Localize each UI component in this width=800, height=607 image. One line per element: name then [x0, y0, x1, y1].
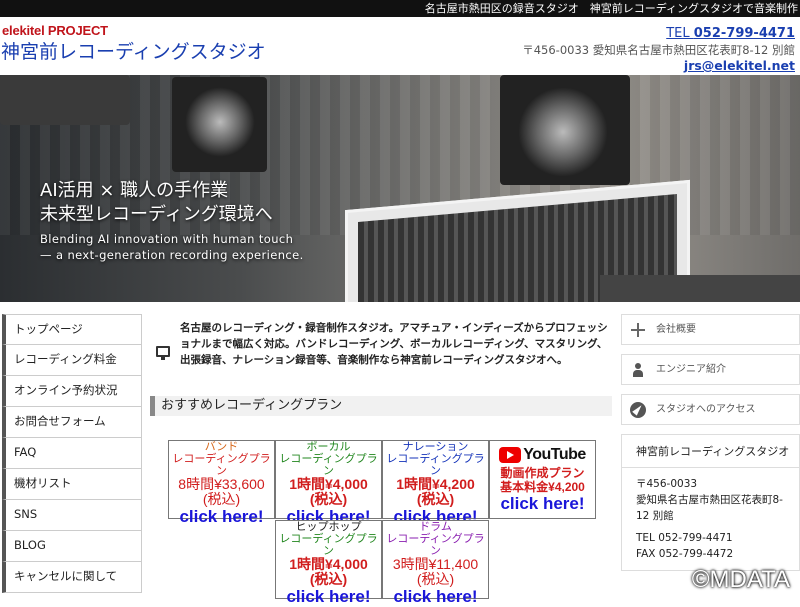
studio-address: 愛知県名古屋市熱田区花表町8-12 別館 — [636, 494, 783, 522]
person-icon — [630, 362, 646, 378]
studio-info-card: 神宮前レコーディングスタジオ 〒456-0033 愛知県名古屋市熱田区花表町8-… — [621, 434, 800, 571]
site-header: elekitel PROJECT 神宮前レコーディングスタジオ TEL 052-… — [0, 17, 800, 75]
plan-price: 3時間¥11,400 — [392, 556, 479, 572]
nav-item-cancel[interactable]: キャンセルに関して — [2, 562, 142, 593]
hero-speaker-left — [172, 77, 267, 172]
left-navigation: トップページ レコーディング料金 オンライン予約状況 お問合せフォーム FAQ … — [2, 314, 142, 593]
move-icon — [630, 322, 646, 338]
plan-vocal[interactable]: ボーカル レコーディングプラン 1時間¥4,000 (税込) click her… — [275, 440, 382, 526]
plan-youtube[interactable]: YouTube 動画作成プラン 基本料金¥4,200 click here! — [489, 440, 596, 519]
speaker-cone — [518, 87, 608, 177]
site-title[interactable]: 神宮前レコーディングスタジオ — [1, 37, 266, 64]
brand-logo-text[interactable]: elekitel PROJECT — [2, 23, 108, 38]
plan-band[interactable]: バンド レコーディングプラン 8時間¥33,600 (税込) click her… — [168, 440, 275, 526]
plan-tax: (税込) — [309, 571, 348, 587]
plan-drum[interactable]: ドラム レコーディングプラン 3時間¥11,400 (税込) click her… — [382, 520, 489, 606]
nav-item-top[interactable]: トップページ — [2, 314, 142, 345]
hero-subtext-2: — a next-generation recording experience… — [40, 248, 304, 262]
youtube-play-icon — [499, 447, 522, 463]
plan-click-link[interactable]: click here! — [276, 587, 381, 607]
nav-item-contact[interactable]: お問合せフォーム — [2, 407, 142, 438]
monitor-icon — [156, 346, 170, 360]
hero-turntable — [0, 75, 130, 125]
plan-category: バンド — [204, 441, 239, 453]
intro-block: 名古屋のレコーディング・録音制作スタジオ。アマチュア・インディーズからプロフェッ… — [150, 320, 612, 368]
hero-speaker-right — [500, 75, 630, 185]
header-address: 〒456-0033 愛知県名古屋市熱田区花表町8-12 別館 — [522, 43, 795, 57]
hero-subtext: Blending AI innovation with human touch … — [40, 231, 304, 263]
hero-headline-2: 未来型レコーディング環境へ — [40, 204, 273, 225]
plan-click-link[interactable]: click here! — [490, 494, 595, 514]
hero-text: AI活用 × 職人の手作業 未来型レコーディング環境へ Blending AI … — [40, 179, 304, 263]
top-tagline-bar: 名古屋市熱田区の録音スタジオ 神宮前レコーディングスタジオで音楽制作 — [0, 0, 800, 17]
company-profile-button[interactable]: 会社概要 — [621, 314, 800, 345]
hero-mixing-desk — [600, 275, 800, 302]
phone-number: 052-799-4471 — [693, 26, 795, 41]
main-content: 名古屋のレコーディング・録音制作スタジオ。アマチュア・インディーズからプロフェッ… — [150, 320, 612, 416]
plan-price: 8時間¥33,600 — [178, 476, 265, 492]
nav-item-pricing[interactable]: レコーディング料金 — [2, 345, 142, 376]
plan-price: 1時間¥4,000 — [289, 556, 368, 572]
plan-click-link[interactable]: click here! — [169, 507, 274, 527]
hero-subtext-1: Blending AI innovation with human touch — [40, 232, 294, 246]
plan-price: 1時間¥4,000 — [289, 476, 368, 492]
plan-name: レコーディングプラン — [386, 533, 485, 557]
plan-price: 1時間¥4,200 — [396, 476, 475, 492]
top-tagline: 名古屋市熱田区の録音スタジオ 神宮前レコーディングスタジオで音楽制作 — [424, 2, 798, 15]
plan-tax: (税込) — [202, 491, 241, 507]
section-title: おすすめレコーディングプラン — [150, 396, 612, 416]
phone-label: TEL — [666, 26, 694, 41]
studio-fax: FAX 052-799-4472 — [636, 548, 734, 560]
plan-tax: (税込) — [309, 491, 348, 507]
studio-card-title: 神宮前レコーディングスタジオ — [622, 435, 799, 468]
email-link[interactable]: jrs@elekitel.net — [522, 58, 795, 74]
plan-name: 動画作成プラン — [500, 466, 585, 480]
phone-link[interactable]: TEL 052-799-4471 — [522, 26, 795, 42]
plan-tax: (税込) — [416, 571, 455, 587]
nav-item-sns[interactable]: SNS — [2, 500, 142, 531]
right-sidebar: 会社概要 エンジニア紹介 スタジオへのアクセス 神宮前レコーディングスタジオ 〒… — [621, 314, 800, 571]
plan-category: ヒップホップ — [295, 521, 362, 533]
plan-category: ドラム — [419, 521, 452, 533]
engineer-intro-button[interactable]: エンジニア紹介 — [621, 354, 800, 385]
studio-zip: 〒456-0033 — [636, 478, 698, 490]
plan-category: ボーカル — [306, 441, 351, 453]
contact-info: TEL 052-799-4471 〒456-0033 愛知県名古屋市熱田区花表町… — [522, 26, 795, 74]
plan-tax: (税込) — [416, 491, 455, 507]
plan-narration[interactable]: ナレーション レコーディングプラン 1時間¥4,200 (税込) click h… — [382, 440, 489, 526]
plan-name: レコーディングプラン — [386, 453, 485, 477]
compass-icon — [630, 402, 646, 418]
copyright-watermark: ©MDATA — [691, 566, 790, 593]
plan-name: レコーディングプラン — [279, 533, 378, 557]
nav-item-blog[interactable]: BLOG — [2, 531, 142, 562]
plan-category: ナレーション — [402, 441, 469, 453]
speaker-cone — [185, 87, 255, 157]
nav-item-faq[interactable]: FAQ — [2, 438, 142, 469]
youtube-wordmark: YouTube — [523, 446, 586, 463]
engineer-intro-label: エンジニア紹介 — [656, 364, 726, 375]
studio-access-label: スタジオへのアクセス — [656, 404, 756, 415]
plan-name: レコーディングプラン — [279, 453, 378, 477]
company-profile-label: 会社概要 — [656, 324, 696, 335]
youtube-logo: YouTube — [490, 446, 595, 464]
plan-hiphop[interactable]: ヒップホップ レコーディングプラン 1時間¥4,000 (税込) click h… — [275, 520, 382, 606]
intro-text: 名古屋のレコーディング・録音制作スタジオ。アマチュア・インディーズからプロフェッ… — [180, 322, 608, 366]
hero-banner: AI活用 × 職人の手作業 未来型レコーディング環境へ Blending AI … — [0, 75, 800, 302]
studio-card-body: 〒456-0033 愛知県名古屋市熱田区花表町8-12 別館 TEL 052-7… — [622, 468, 799, 570]
plan-click-link[interactable]: click here! — [383, 587, 488, 607]
hero-headline-1: AI活用 × 職人の手作業 — [40, 180, 229, 201]
plan-price: 基本料金¥4,200 — [500, 480, 585, 494]
studio-tel: TEL 052-799-4471 — [636, 532, 733, 544]
plan-name: レコーディングプラン — [172, 453, 271, 477]
studio-access-button[interactable]: スタジオへのアクセス — [621, 394, 800, 425]
nav-item-equipment[interactable]: 機材リスト — [2, 469, 142, 500]
nav-item-booking[interactable]: オンライン予約状況 — [2, 376, 142, 407]
